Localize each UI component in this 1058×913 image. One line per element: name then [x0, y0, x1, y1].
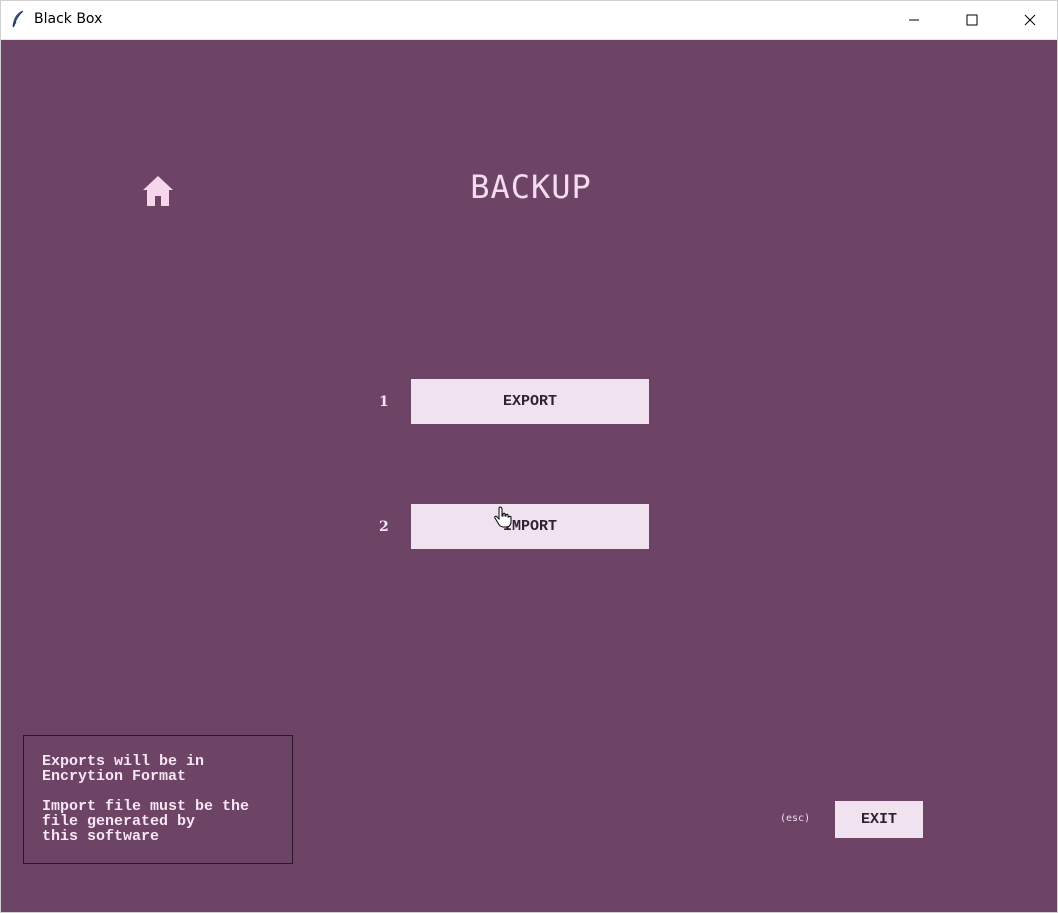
home-icon[interactable]: [140, 173, 176, 209]
close-icon: [1024, 14, 1036, 26]
feather-icon: [12, 10, 24, 28]
main-panel: BACKUP 1 EXPORT 2 IMPORT Exports will be…: [1, 40, 1057, 912]
esc-shortcut-hint: (esc): [780, 813, 811, 824]
window-title: Black Box: [34, 11, 103, 27]
export-info-text: Exports will be in Encrytion Format: [42, 753, 205, 785]
app-window: Black Box BACKUP 1 EXPORT 2 IMPORT Expor…: [0, 0, 1058, 913]
page-title: BACKUP: [470, 168, 592, 206]
maximize-icon: [966, 14, 978, 26]
exit-button[interactable]: EXIT: [835, 801, 923, 838]
option-number-export: 1: [379, 394, 389, 410]
close-button[interactable]: [1001, 1, 1058, 39]
title-bar[interactable]: Black Box: [1, 1, 1057, 40]
import-button[interactable]: IMPORT: [411, 504, 649, 549]
minimize-icon: [909, 19, 919, 21]
maximize-button[interactable]: [943, 1, 1001, 39]
option-number-import: 2: [379, 519, 389, 535]
info-box: Exports will be in Encrytion Format Impo…: [23, 735, 293, 864]
import-info-text: Import file must be the file generated b…: [42, 798, 250, 845]
minimize-button[interactable]: [885, 1, 943, 39]
export-button[interactable]: EXPORT: [411, 379, 649, 424]
